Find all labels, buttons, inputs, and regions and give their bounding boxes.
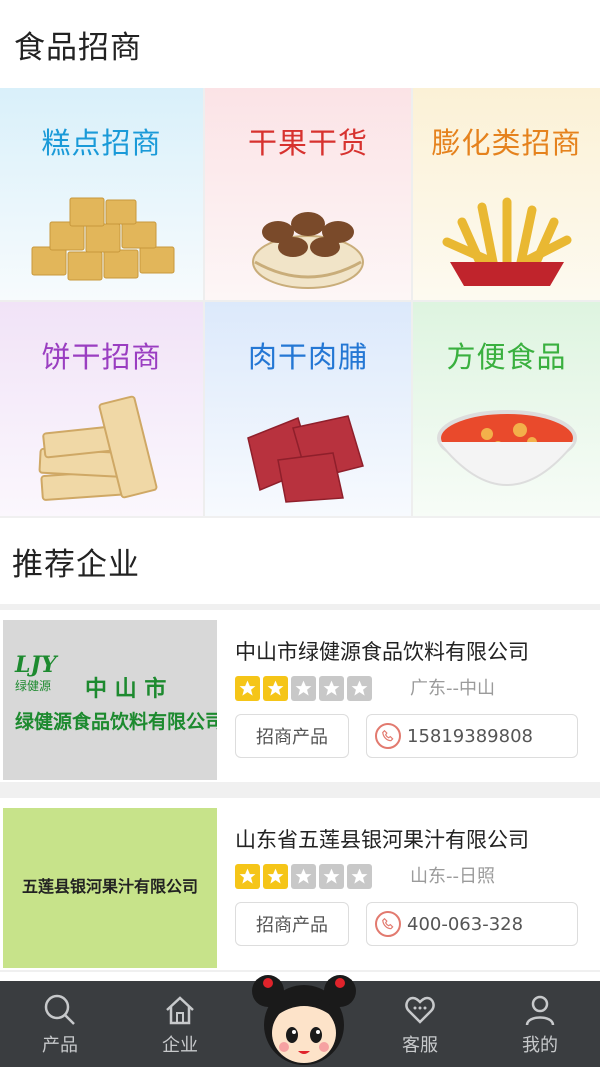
company-logo: 五莲县银河果汁有限公司 — [3, 808, 217, 968]
category-label: 糕点招商 — [41, 126, 162, 160]
company-name[interactable]: 山东省五莲县银河果汁有限公司 — [235, 824, 529, 854]
category-cake[interactable]: 糕点招商 — [0, 88, 203, 300]
svg-text:五莲县银河果汁有限公司: 五莲县银河果汁有限公司 — [22, 877, 198, 896]
star-icon — [291, 676, 316, 701]
svg-text:绿健源食品饮料有限公司: 绿健源食品饮料有限公司 — [15, 710, 217, 733]
company-region: 广东--中山 — [410, 678, 495, 699]
tab-label: 客服 — [402, 1035, 438, 1056]
food-section-title: 食品招商 — [14, 29, 142, 66]
cake-cubes-icon — [31, 197, 174, 281]
category-dried-fruit[interactable]: 干果干货 — [205, 88, 411, 300]
tab-label: 企业 — [162, 1035, 198, 1056]
tab-mine[interactable]: 我的 — [480, 981, 600, 1067]
star-icon — [235, 676, 260, 701]
phone-icon — [375, 911, 401, 937]
crackers-icon — [38, 395, 157, 501]
category-label: 方便食品 — [446, 340, 567, 374]
person-icon — [525, 995, 555, 1026]
mascot-icon[interactable] — [248, 963, 360, 1067]
company-card[interactable]: 五莲县银河果汁有限公司 山东省五莲县银河果汁有限公司 山东--日照 招商产品 4… — [0, 798, 600, 970]
products-button[interactable]: 招商产品 — [235, 714, 349, 758]
category-label: 膨化类招商 — [431, 126, 582, 160]
home-icon — [166, 996, 194, 1025]
phone-button[interactable]: 400-063-328 — [366, 902, 578, 946]
star-icon — [347, 676, 372, 701]
recommended-section-header: 推荐企业 — [0, 518, 600, 604]
phone-button[interactable]: 15819389808 — [366, 714, 578, 758]
category-label: 肉干肉脯 — [247, 340, 368, 374]
star-icon — [263, 676, 288, 701]
category-label: 干果干货 — [247, 126, 368, 160]
company-region: 山东--日照 — [410, 866, 495, 887]
category-label: 饼干招商 — [41, 340, 162, 374]
tab-enterprise[interactable]: 企业 — [120, 981, 240, 1067]
heart-chat-icon — [405, 996, 435, 1024]
svg-text:绿健源: 绿健源 — [15, 678, 51, 693]
phone-number: 15819389808 — [407, 725, 533, 747]
star-icon — [319, 864, 344, 889]
category-puffed[interactable]: 膨化类招商 — [413, 88, 600, 300]
company-logo: LJY 绿健源 中 山 市 绿健源食品饮料有限公司 — [3, 620, 224, 780]
food-section-header: 食品招商 — [0, 0, 600, 88]
tab-products[interactable]: 产品 — [0, 981, 120, 1067]
star-icon — [235, 864, 260, 889]
phone-icon — [375, 723, 401, 749]
jerky-icon — [247, 415, 364, 503]
category-jerky[interactable]: 肉干肉脯 — [205, 302, 411, 516]
company-card[interactable]: LJY 绿健源 中 山 市 绿健源食品饮料有限公司 中山市绿健源食品饮料有限公司… — [0, 610, 600, 782]
recommended-section-title: 推荐企业 — [12, 546, 140, 583]
search-icon — [44, 994, 75, 1025]
rating-stars — [235, 676, 372, 701]
svg-text:中 山 市: 中 山 市 — [85, 676, 166, 702]
rating-stars — [235, 864, 372, 889]
fries-icon — [442, 197, 571, 286]
category-biscuit[interactable]: 饼干招商 — [0, 302, 203, 516]
svg-text:LJY: LJY — [14, 652, 59, 678]
products-button[interactable]: 招商产品 — [235, 902, 349, 946]
tab-label: 产品 — [42, 1035, 78, 1056]
category-grid: 糕点招商 干果干货 膨化类招商 饼干招商 肉干肉脯 方便食品 — [0, 88, 600, 516]
pecan-basket-icon — [252, 212, 364, 289]
star-icon — [319, 676, 344, 701]
tab-service[interactable]: 客服 — [360, 981, 480, 1067]
category-instant[interactable]: 方便食品 — [413, 302, 600, 516]
star-icon — [263, 864, 288, 889]
star-icon — [347, 864, 372, 889]
phone-number: 400-063-328 — [407, 913, 524, 935]
tab-label: 我的 — [522, 1035, 558, 1056]
noodle-bowl-icon — [436, 410, 577, 486]
company-name[interactable]: 中山市绿健源食品饮料有限公司 — [235, 636, 529, 666]
star-icon — [291, 864, 316, 889]
